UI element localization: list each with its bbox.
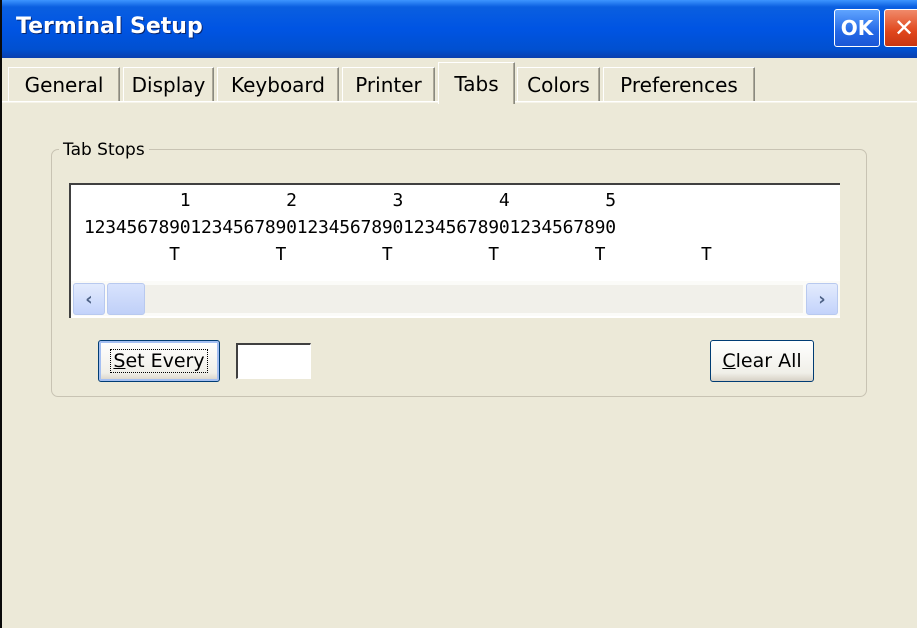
scrollbar-track[interactable] — [107, 285, 803, 313]
tab-keyboard[interactable]: Keyboard — [217, 67, 339, 101]
ruler-tens-row: 1 2 3 4 5 — [84, 190, 616, 211]
scrollbar-thumb[interactable] — [107, 283, 145, 315]
ok-button[interactable]: OK — [834, 9, 880, 47]
set-every-text: et Every — [125, 350, 205, 372]
set-every-button[interactable]: Set Every — [98, 340, 220, 382]
clear-all-button[interactable]: Clear All — [710, 340, 814, 382]
window-title: Terminal Setup — [16, 14, 203, 39]
set-every-accelerator: S — [113, 350, 126, 372]
tab-strip: General Display Keyboard Printer Tabs Co… — [2, 60, 917, 104]
ruler-horizontal-scrollbar[interactable]: ‹ › — [71, 281, 840, 316]
ruler-stops-row[interactable]: T T T T T T — [84, 244, 712, 265]
set-every-label: Set Every — [110, 349, 208, 373]
clear-all-accelerator: C — [722, 350, 736, 372]
ruler-digits-row: 1234567890123456789012345678901234567890… — [84, 217, 616, 238]
tab-general[interactable]: General — [8, 67, 120, 101]
scroll-left-icon[interactable]: ‹ — [73, 283, 105, 315]
clear-all-label: Clear All — [722, 350, 801, 372]
tab-display[interactable]: Display — [123, 67, 214, 101]
tab-preferences[interactable]: Preferences — [603, 67, 755, 101]
tab-tabs[interactable]: Tabs — [438, 62, 515, 104]
tab-printer[interactable]: Printer — [342, 67, 435, 101]
scroll-right-icon[interactable]: › — [806, 283, 838, 315]
tab-stops-label: Tab Stops — [59, 140, 149, 160]
tab-colors[interactable]: Colors — [517, 67, 600, 101]
terminal-setup-window: Terminal Setup OK ✕ General Display Keyb… — [0, 0, 917, 628]
set-every-input[interactable] — [236, 343, 311, 379]
title-bar[interactable]: Terminal Setup OK ✕ — [2, 0, 917, 58]
close-icon[interactable]: ✕ — [884, 9, 917, 47]
clear-all-text: lear All — [735, 350, 802, 372]
